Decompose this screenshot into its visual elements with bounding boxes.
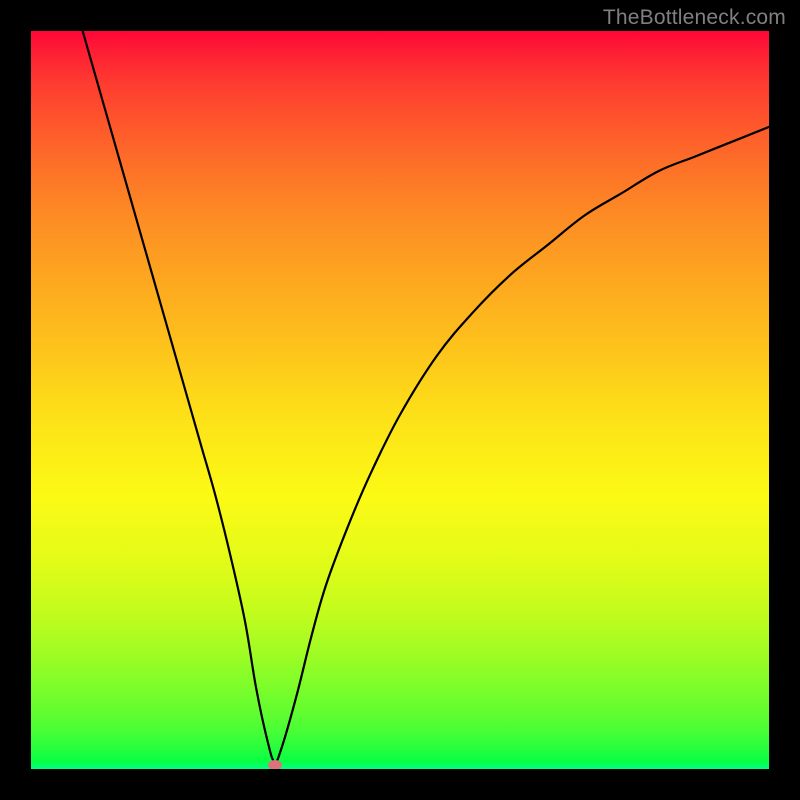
- chart-frame: TheBottleneck.com: [0, 0, 800, 800]
- bottleneck-curve: [31, 31, 769, 769]
- watermark-text: TheBottleneck.com: [603, 6, 786, 30]
- min-marker-icon: [268, 760, 282, 769]
- plot-area: [31, 31, 769, 769]
